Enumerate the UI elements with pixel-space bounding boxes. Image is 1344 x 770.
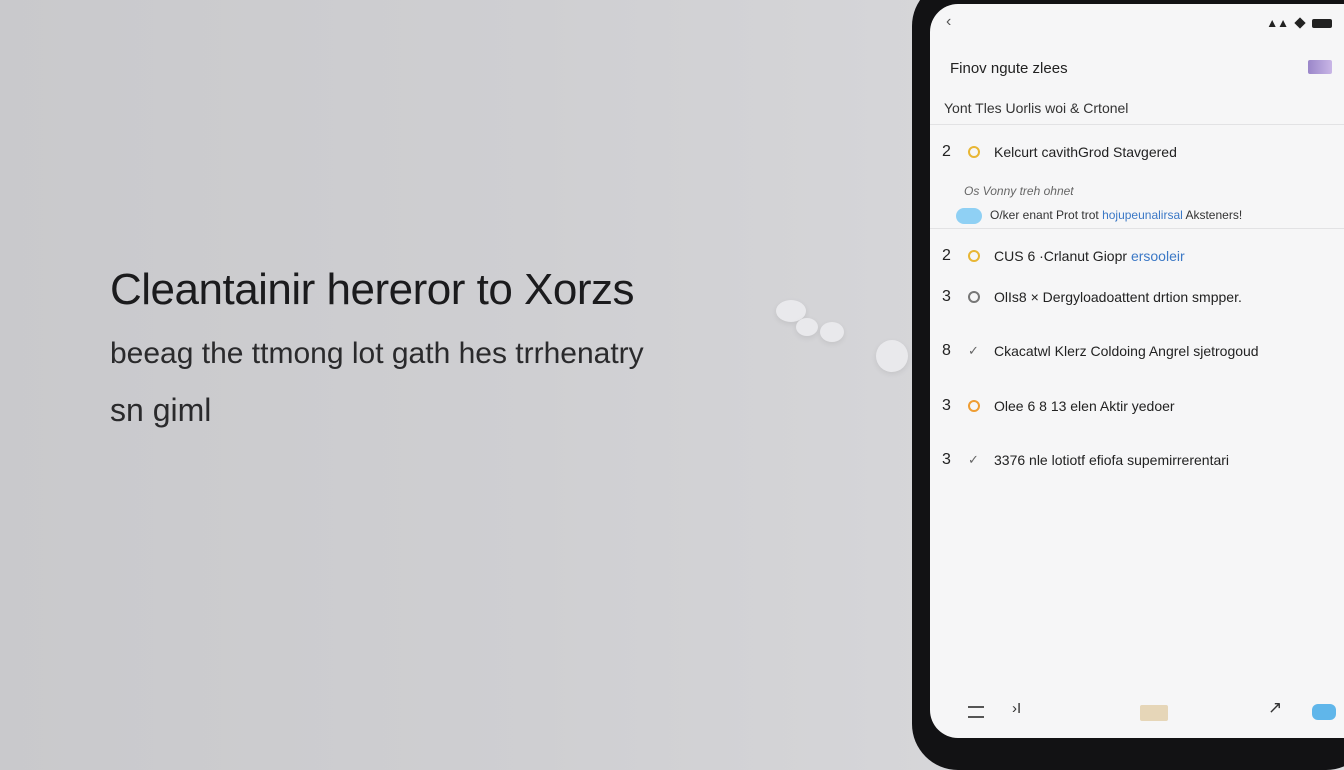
check-icon: ✓: [968, 452, 979, 467]
meta-link[interactable]: hojupeunalirsal: [1102, 208, 1183, 222]
item-number: 3: [942, 397, 951, 414]
decor-blob: [796, 318, 818, 336]
status-bar: ‹ ▲▲: [930, 4, 1344, 44]
status-icons: ▲▲: [1266, 16, 1332, 30]
bottom-nav: ›I ↗: [930, 690, 1344, 738]
item-link[interactable]: ersooleir: [1131, 248, 1185, 264]
wifi-icon: [1294, 17, 1306, 29]
meta-text: O/ker enant Prot trot: [990, 208, 1099, 222]
item-number: 8: [942, 342, 951, 359]
item-number: 3: [942, 288, 951, 305]
chat-icon[interactable]: [1312, 704, 1336, 720]
list-item[interactable]: 3 OlIs8 × Dergyloadoattent drtion smpper…: [942, 286, 1332, 308]
divider: [930, 124, 1344, 125]
status-dot-icon: [968, 291, 980, 303]
item-text: CUS 6 ·Crlanut Giopr ersooleir: [994, 248, 1185, 264]
list-item[interactable]: 3 Olee 6 8 13 elen Aktir yedoer: [942, 395, 1332, 417]
item-text: Ckacatwl Klerz Coldoing Angrel sjetrogou…: [994, 343, 1259, 359]
menu-icon[interactable]: [1308, 60, 1332, 74]
item-number: 2: [942, 143, 951, 160]
item-number: 2: [942, 247, 951, 264]
hero-subtitle: beeag the ttmong lot gath hes trrhenatry: [110, 337, 644, 370]
item-number: 3: [942, 451, 951, 468]
hamburger-icon[interactable]: [968, 706, 984, 718]
status-dot-icon: [968, 146, 980, 158]
item-text: Olee 6 8 13 elen Aktir yedoer: [994, 398, 1175, 414]
status-dot-icon: [968, 250, 980, 262]
item-text: OlIs8 × Dergyloadoattent drtion smpper.: [994, 289, 1242, 305]
item-text: Kelcurt cavithGrod Stavgered: [994, 144, 1177, 160]
toggle-icon[interactable]: [956, 208, 982, 224]
meta-text-tail: Aksteners!: [1185, 208, 1243, 222]
signal-icon: ▲▲: [1266, 16, 1289, 30]
check-icon: ✓: [968, 343, 979, 358]
battery-icon: [1312, 18, 1332, 28]
hero-tagline: sn giml: [110, 392, 212, 428]
skip-forward-icon[interactable]: ›I: [1012, 700, 1021, 717]
section-title: Finov ngute zlees: [950, 60, 1068, 77]
list-item[interactable]: 2 Kelcurt cavithGrod Stavgered: [942, 141, 1332, 163]
phone-screen: ‹ ▲▲ Finov ngute zlees Yont Tles Uorlis …: [930, 4, 1344, 738]
list-item[interactable]: 8 ✓ Ckacatwl Klerz Coldoing Angrel sjetr…: [942, 340, 1332, 362]
hero: Cleantainir hereror to Xorzs beeag the t…: [110, 262, 870, 432]
list-item[interactable]: 3 ✓ 3376 nle lotiotf efiofa supemirreren…: [942, 449, 1332, 471]
item-text-main: CUS 6 ·Crlanut Giopr: [994, 248, 1128, 264]
back-arrow-icon[interactable]: ‹: [946, 13, 951, 31]
list-item[interactable]: 2 CUS 6 ·Crlanut Giopr ersooleir: [942, 245, 1332, 267]
status-dot-icon: [968, 400, 980, 412]
hero-title: Cleantainir hereror to Xorzs: [110, 265, 635, 314]
decor-blob: [820, 322, 844, 342]
card-icon[interactable]: [1140, 705, 1168, 721]
item-meta: Os Vonny treh ohnet: [964, 184, 1074, 198]
list-subheader: Yont Tles Uorlis woi & Crtonel: [944, 100, 1129, 116]
decor-blob: [876, 340, 908, 372]
item-text: 3376 nle lotiotf efiofa supemirrerentari: [994, 452, 1230, 468]
divider: [930, 228, 1344, 229]
item-meta-line: O/ker enant Prot trot hojupeunalirsal Ak…: [990, 208, 1242, 222]
share-icon[interactable]: ↗: [1268, 698, 1282, 718]
